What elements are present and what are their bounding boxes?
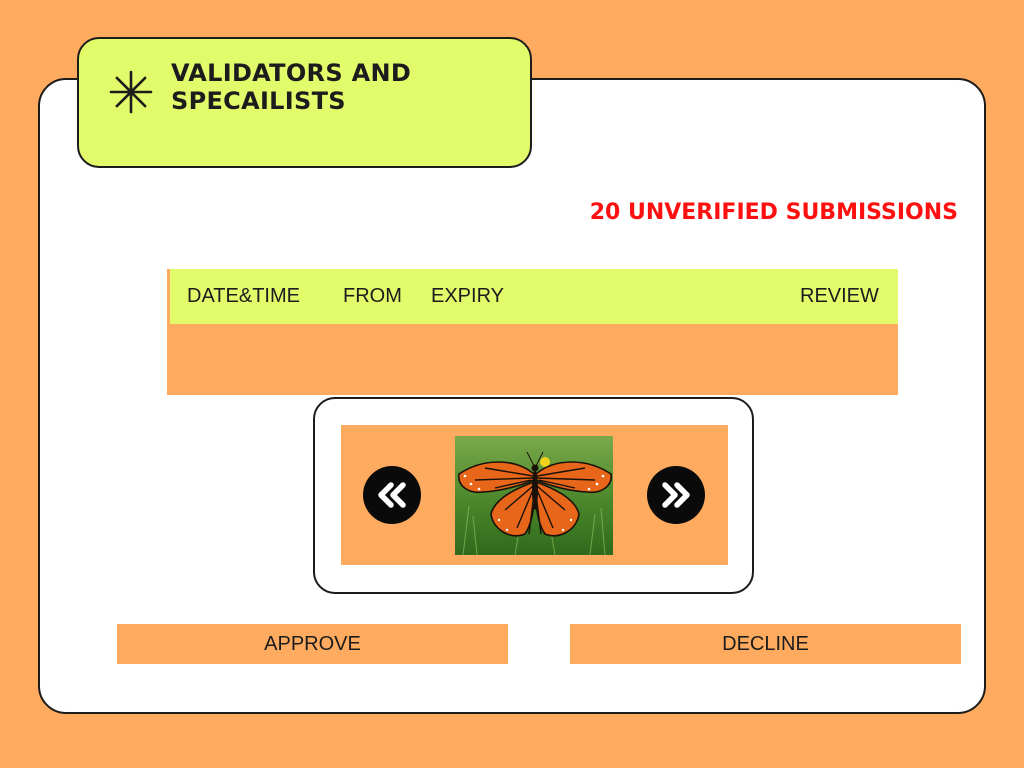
app-stage: VALIDATORS AND SPECAILISTS 20 UNVERIFIED… xyxy=(0,0,1024,768)
butterfly-photo xyxy=(455,436,613,555)
approve-button[interactable]: APPROVE xyxy=(117,624,508,664)
table-header: DATE&TIME FROM EXPIRY REVIEW xyxy=(167,269,898,324)
column-header-review[interactable]: REVIEW xyxy=(800,285,879,308)
main-panel xyxy=(38,78,986,714)
double-chevron-right-icon xyxy=(662,482,690,508)
submission-viewer xyxy=(313,397,754,594)
column-header-expiry[interactable]: EXPIRY xyxy=(431,285,504,308)
double-chevron-left-icon xyxy=(378,482,406,508)
previous-button[interactable] xyxy=(363,466,421,524)
table-body xyxy=(167,324,898,395)
column-header-from[interactable]: FROM xyxy=(343,285,402,308)
asterisk-icon xyxy=(109,70,153,114)
unverified-count: 20 UNVERIFIED SUBMISSIONS xyxy=(589,200,958,225)
decline-button[interactable]: DECLINE xyxy=(570,624,961,664)
column-header-datetime[interactable]: DATE&TIME xyxy=(187,285,300,308)
page-title: VALIDATORS AND SPECAILISTS xyxy=(171,59,412,115)
next-button[interactable] xyxy=(647,466,705,524)
title-card: VALIDATORS AND SPECAILISTS xyxy=(77,37,532,168)
image-carousel xyxy=(341,425,728,565)
